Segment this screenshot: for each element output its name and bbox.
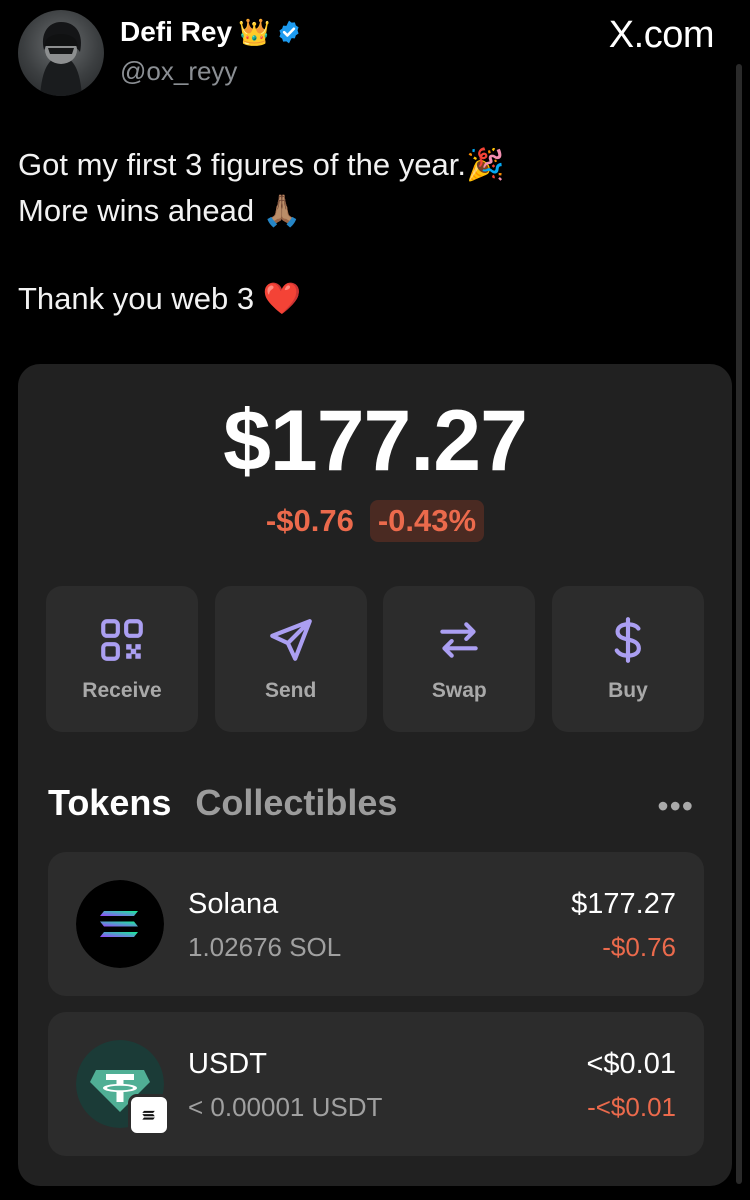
change-amount: -$0.76 (265, 503, 354, 538)
token-amount: < 0.00001 USDT (188, 1092, 383, 1122)
token-row-usdt[interactable]: USDT < 0.00001 USDT <$0.01 -<$0.01 (48, 1012, 704, 1156)
token-value: $177.27 (571, 888, 676, 920)
receive-button[interactable]: Receive (46, 586, 198, 732)
tweet-line-1: Got my first 3 figures of the year.🎉 (18, 147, 505, 182)
buy-button[interactable]: Buy (551, 586, 704, 732)
asset-tabs: Tokens Collectibles (48, 782, 397, 824)
avatar-image (40, 22, 82, 96)
buy-label: Buy (608, 679, 648, 702)
display-name[interactable]: Defi Rey (120, 16, 232, 48)
site-label: X.com (608, 14, 715, 56)
wallet-balance: $177.27 (223, 393, 528, 489)
crown-emoji-icon: 👑 (238, 17, 271, 47)
tab-collectibles[interactable]: Collectibles (195, 782, 397, 824)
more-horizontal-icon[interactable]: ••• (657, 788, 694, 825)
token-name: USDT (188, 1048, 267, 1080)
tweet-spacer (18, 234, 718, 276)
swap-arrows-icon (440, 622, 479, 658)
dollar-icon (614, 617, 641, 663)
solana-logo-icon (76, 880, 164, 968)
receive-label: Receive (82, 679, 162, 702)
tweet-line-3: Thank you web 3 ❤️ (18, 281, 302, 316)
wallet-actions: Receive Send Swap Buy (46, 586, 704, 732)
change-percent-badge: -0.43% (369, 500, 485, 542)
token-value: <$0.01 (586, 1048, 676, 1080)
token-change: -<$0.01 (587, 1092, 676, 1122)
token-change: -$0.76 (602, 932, 676, 962)
user-handle[interactable]: @ox_reyy (120, 56, 237, 87)
tweet-text: Got my first 3 figures of the year.🎉 Mor… (18, 142, 718, 322)
paper-plane-icon (269, 619, 312, 661)
swap-label: Swap (431, 679, 487, 702)
send-label: Send (264, 679, 317, 702)
avatar[interactable] (18, 10, 104, 96)
chain-badge-icon (128, 1094, 170, 1136)
scrollbar[interactable] (736, 64, 742, 1184)
tweet-line-2: More wins ahead 🙏🏽 (18, 193, 302, 228)
token-row-solana[interactable]: Solana 1.02676 SOL $177.27 -$0.76 (48, 852, 704, 996)
balance-change-row: -$0.76 -0.43% (0, 500, 750, 542)
verified-badge-icon (279, 20, 299, 44)
token-name: Solana (188, 888, 279, 920)
tab-tokens[interactable]: Tokens (48, 782, 171, 824)
send-button[interactable]: Send (214, 586, 367, 732)
swap-button[interactable]: Swap (383, 586, 536, 732)
qr-code-icon (101, 619, 143, 661)
token-amount: 1.02676 SOL (188, 932, 342, 962)
user-name-row[interactable]: Defi Rey 👑 (120, 16, 302, 48)
